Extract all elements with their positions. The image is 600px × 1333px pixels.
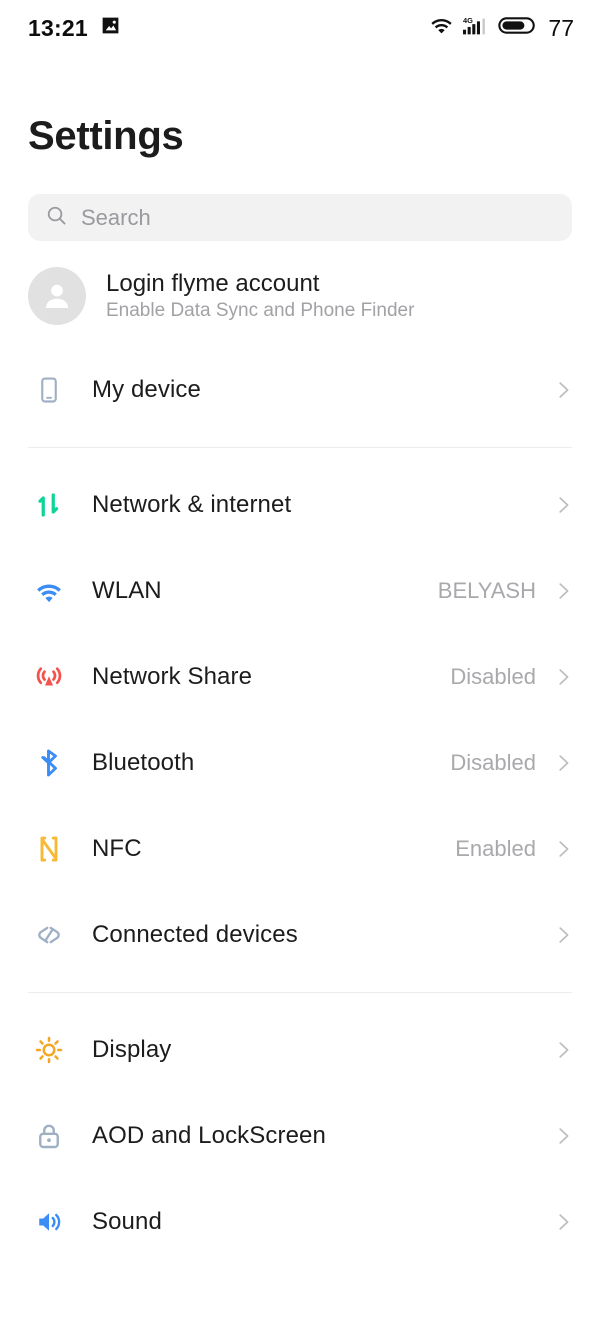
row-value: Disabled bbox=[450, 664, 536, 689]
row-value: Disabled bbox=[450, 750, 536, 775]
account-subtitle: Enable Data Sync and Phone Finder bbox=[106, 300, 415, 322]
person-avatar-icon bbox=[45, 284, 69, 309]
sidebar-item-network-share[interactable]: Network Share Disabled bbox=[0, 634, 600, 720]
page-title: Settings bbox=[28, 114, 184, 158]
row-label: Display bbox=[92, 1036, 172, 1063]
wifi-download-icon bbox=[429, 15, 454, 41]
sidebar-item-display[interactable]: Display bbox=[0, 1007, 600, 1093]
sidebar-item-my-device[interactable]: My device bbox=[0, 347, 600, 433]
device-group: My device bbox=[0, 347, 600, 433]
sidebar-item-sound[interactable]: Sound bbox=[0, 1179, 600, 1265]
row-label: WLAN bbox=[92, 577, 162, 604]
chevron-right-icon bbox=[552, 838, 574, 860]
battery-percentage: 77 bbox=[548, 14, 574, 41]
search-input[interactable]: Search bbox=[28, 194, 572, 241]
row-label: Network & internet bbox=[92, 491, 292, 518]
row-value: Enabled bbox=[455, 836, 536, 861]
row-label: NFC bbox=[92, 835, 142, 862]
section-divider bbox=[28, 447, 572, 448]
sidebar-item-connected-devices[interactable]: Connected devices bbox=[0, 892, 600, 978]
account-title: Login flyme account bbox=[106, 269, 320, 297]
sidebar-item-bluetooth[interactable]: Bluetooth Disabled bbox=[0, 720, 600, 806]
row-label: Sound bbox=[92, 1208, 162, 1235]
hotspot-icon bbox=[28, 662, 70, 692]
chevron-right-icon bbox=[552, 1039, 574, 1061]
phone-icon bbox=[28, 375, 70, 405]
chevron-right-icon bbox=[552, 1211, 574, 1233]
search-placeholder: Search bbox=[81, 204, 151, 230]
account-row[interactable]: Login flyme account Enable Data Sync and… bbox=[0, 241, 600, 347]
chevron-right-icon bbox=[552, 379, 574, 401]
status-bar-right: 4G 77 bbox=[429, 15, 574, 42]
svg-text:4G: 4G bbox=[463, 16, 473, 25]
account-text: Login flyme account Enable Data Sync and… bbox=[106, 271, 414, 321]
speaker-icon bbox=[28, 1207, 70, 1237]
row-label: Connected devices bbox=[92, 921, 298, 948]
sun-icon bbox=[28, 1035, 70, 1065]
chevron-right-icon bbox=[552, 924, 574, 946]
link-icon bbox=[28, 919, 70, 951]
nfc-icon bbox=[28, 834, 70, 864]
sidebar-item-network-internet[interactable]: Network & internet bbox=[0, 462, 600, 548]
search-icon bbox=[45, 204, 68, 232]
row-label: My device bbox=[92, 376, 201, 403]
row-value: BELYASH bbox=[437, 578, 536, 603]
battery-icon bbox=[498, 15, 537, 41]
sidebar-item-aod-lockscreen[interactable]: AOD and LockScreen bbox=[0, 1093, 600, 1179]
row-label: AOD and LockScreen bbox=[92, 1122, 326, 1149]
status-bar: 13:21 4G 77 bbox=[0, 0, 600, 56]
row-label: Network Share bbox=[92, 663, 253, 690]
status-bar-left: 13:21 bbox=[28, 15, 121, 42]
chevron-right-icon bbox=[552, 1125, 574, 1147]
sidebar-item-nfc[interactable]: NFC Enabled bbox=[0, 806, 600, 892]
avatar bbox=[28, 267, 86, 325]
status-bar-clock: 13:21 bbox=[28, 14, 88, 41]
bluetooth-icon bbox=[28, 748, 70, 778]
display-sound-group: Display AOD and LockScreen Sound bbox=[0, 1007, 600, 1265]
image-icon bbox=[100, 15, 121, 41]
section-divider bbox=[28, 992, 572, 993]
chevron-right-icon bbox=[552, 666, 574, 688]
signal-4g-icon: 4G bbox=[463, 15, 489, 42]
chevron-right-icon bbox=[552, 580, 574, 602]
chevron-right-icon bbox=[552, 494, 574, 516]
row-label: Bluetooth bbox=[92, 749, 195, 776]
data-transfer-icon bbox=[28, 490, 70, 520]
lock-icon bbox=[28, 1121, 70, 1151]
connectivity-group: Network & internet WLAN BELYASH Network … bbox=[0, 462, 600, 978]
sidebar-item-wlan[interactable]: WLAN BELYASH bbox=[0, 548, 600, 634]
chevron-right-icon bbox=[552, 752, 574, 774]
wifi-icon bbox=[28, 576, 70, 606]
search-section: Search bbox=[0, 156, 600, 241]
